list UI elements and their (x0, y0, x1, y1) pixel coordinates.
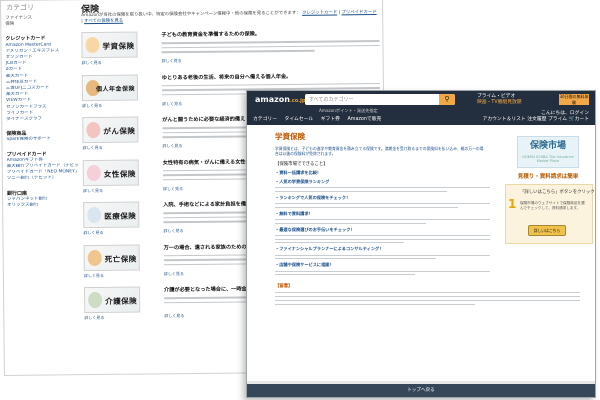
person-icon (86, 164, 101, 181)
orders-link[interactable]: 注文履歴 (527, 117, 546, 122)
sidebar-item[interactable]: Spark保険のサポート (6, 137, 78, 144)
delivery-address[interactable]: Amazonポイント・発送先指定 (319, 108, 378, 114)
feature-heading: ・資料一括請求を比較！ (275, 170, 322, 175)
product-banner[interactable]: 学資保険 (81, 31, 138, 59)
more-link[interactable]: 詳しく見る (164, 313, 184, 319)
hoken-ichiba-logo[interactable]: 保険市場 HOKEN ICHIBA The Insurance Market P… (517, 136, 579, 168)
prime-video-banner[interactable]: プライム・ビデオ 映画・TV番組見放題 (477, 94, 522, 106)
banner-more-link[interactable]: 詳しく見る (82, 60, 102, 66)
intro-link-prepaid[interactable]: プリペイドカード (341, 10, 376, 15)
product-banner[interactable]: 医療保険 (83, 201, 140, 229)
back-to-top-button[interactable]: トップへ戻る (247, 384, 595, 397)
cart-label[interactable]: カート (575, 117, 589, 122)
details-button[interactable]: 詳しいはこちら (528, 225, 566, 236)
banner-label: 死亡保険 (104, 254, 137, 264)
banner-label: 個人年金保険 (95, 85, 135, 93)
intro-text: 学資保険とは、子どもの進学や教育資金を積み立てる保険です。満期金を受け取るまでの… (275, 146, 484, 156)
product-description (161, 37, 380, 57)
more-link[interactable]: 詳しく見る (163, 186, 183, 192)
banner-more-link[interactable]: 詳しく見る (84, 272, 104, 278)
banner-more-link[interactable]: 詳しく見る (83, 145, 103, 151)
ad-brand: 保険市場 (529, 141, 566, 151)
product-banner[interactable]: 介護保険 (84, 286, 141, 314)
product-banner[interactable]: 個人年金保険 (81, 74, 139, 101)
nav-link-timesale[interactable]: タイムセール (285, 117, 314, 122)
person-icon (85, 36, 100, 54)
account-area: こんにちは、ログイン アカウント＆リスト 注文履歴 プライム 🛒カート (483, 111, 589, 123)
banner-label: がん保険 (103, 126, 136, 136)
sidebar-item[interactable]: オリックス銀行 (7, 202, 79, 209)
more-link[interactable]: 詳しく見る (162, 101, 182, 107)
logo-text: amazon (255, 95, 290, 104)
list-item: 学資保険 詳しく見る 子どもの教育資金を準備するための保険。 詳しく見る (81, 27, 381, 73)
banner-label: 医療保険 (104, 211, 137, 221)
nav-link-sell[interactable]: Amazonで販売 (347, 117, 381, 122)
ad-brand-sub: HOKEN ICHIBA The Insurance Market Place (522, 155, 574, 163)
ad-tagline: 見積り・資料請求は簡単 (517, 174, 579, 180)
person-icon (87, 206, 102, 224)
step-number: 1 (508, 197, 517, 211)
hoken-ichiba-ad: 保険市場 HOKEN ICHIBA The Insurance Market P… (505, 136, 595, 276)
section-heading: 【保険市場でできること】 (275, 162, 328, 167)
more-link[interactable]: 詳しく見る (163, 228, 183, 234)
page-title: 学資保険 (275, 132, 305, 141)
intro-text: Amazonが当社の保険を取り扱い中、特定の保険会社やキャンペーン情報中・他の保… (81, 10, 377, 25)
nav-link-category[interactable]: カテゴリー (253, 117, 277, 122)
search-input[interactable]: すべてのカテゴリー ⚲ (305, 94, 455, 105)
person-icon (87, 249, 102, 266)
intro-copy: Amazonが当社の保険を取り扱い中、特定の保険会社やキャンペーン情報中・他の保… (81, 10, 301, 19)
person-icon (88, 291, 103, 309)
step-description: 保険市場のウェブサイトで保険商品を選んでチェックして、資料請求します。 (520, 201, 585, 210)
category-label: カテゴリ (6, 3, 35, 12)
prime-line-2: 映画・TV番組見放題 (477, 100, 522, 105)
product-banner[interactable]: がん保険 (82, 116, 139, 144)
feature-heading: ・店舗や保険サービスに相談！ (275, 262, 334, 268)
amazon-logo[interactable]: amazon.co.jp (255, 95, 305, 104)
feature-heading: ・無料で資料請求！ (275, 210, 313, 216)
feature-list: ・資料一括請求を比較！ ・人気の学資保険ランキング ・ランキングで人気の保険をチ… (275, 170, 490, 276)
top-nav: amazon.co.jp すべてのカテゴリー ⚲ プライム・ビデオ 映画・TV番… (247, 91, 595, 125)
more-link[interactable]: 詳しく見る (163, 143, 183, 149)
intro-link-all[interactable]: すべての保険を見る (84, 19, 123, 24)
nav-link-giftcard[interactable]: ギフト券 (321, 117, 340, 122)
search-placeholder: すべてのカテゴリー (309, 97, 354, 103)
feature-heading: ・人気の学資保険ランキング (275, 179, 330, 184)
banner-more-link[interactable]: 詳しく見る (84, 315, 104, 321)
prime-link[interactable]: プライム (548, 117, 567, 122)
sidebar-item[interactable]: ダイナースクラブ (6, 116, 78, 123)
sidebar: ファイナンス 保険 クレジットカード Amazon MasterCard アメリ… (5, 15, 79, 209)
banner-more-link[interactable]: 詳しく見る (83, 187, 103, 193)
free-trial-button[interactable]: 30日間の無料体験 (559, 94, 589, 105)
sidebar-item-insurance[interactable]: 保険 (5, 21, 77, 28)
logo-domain: .co.jp (289, 98, 306, 104)
feature-heading: ・ファイナンシャルプランナーによるコンサルティング！ (275, 246, 384, 252)
main-content: 学資保険 学資保険とは、子どもの進学や教育資金を積み立てる保険です。満期金を受け… (255, 131, 580, 305)
banner-more-link[interactable]: 詳しく見る (83, 230, 103, 236)
intro-link-credit[interactable]: クレジットカード (302, 10, 337, 15)
banner-label: 学資保険 (102, 41, 135, 51)
notes-heading: 【留意】 (275, 284, 293, 290)
sidebar-item[interactable]: ソニー銀行（デビット） (7, 176, 79, 183)
search-icon[interactable]: ⚲ (439, 94, 455, 105)
product-banner[interactable]: 女性保険 (82, 159, 139, 186)
banner-more-link[interactable]: 詳しく見る (82, 102, 102, 108)
ad-step-box: 1 「詳しいはこちら」ボタンをクリック 保険市場のウェブサイトで保険商品を選んで… (505, 184, 595, 244)
more-link[interactable]: 詳しく見る (164, 271, 184, 277)
product-banner[interactable]: 死亡保険 (83, 244, 140, 271)
banner-label: 女性保険 (103, 169, 136, 179)
feature-heading: ・最適な保険選びのお手伝いをチェック！ (275, 226, 355, 232)
banner-label: 介護保険 (105, 296, 138, 306)
account-lists[interactable]: アカウント＆リスト (483, 117, 526, 122)
more-link[interactable]: 詳しく見る (162, 58, 182, 64)
front-page-screenshot: amazon.co.jp すべてのカテゴリー ⚲ プライム・ビデオ 映画・TV番… (246, 90, 596, 398)
step-title: 「詳しいはこちら」ボタンをクリック (520, 190, 595, 195)
feature-heading: ・ランキングで人気の保険をチェック！ (275, 194, 351, 200)
person-icon (86, 121, 101, 139)
